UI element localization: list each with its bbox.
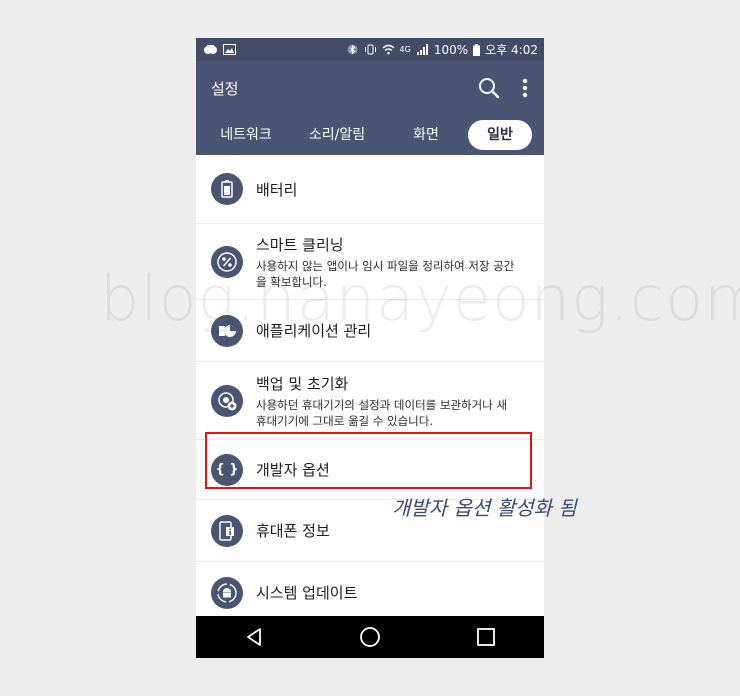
settings-item-smart-cleaning[interactable]: 스마트 클리닝 사용하지 않는 앱이나 임시 파일을 정리하여 저장 공간을 확… xyxy=(196,224,544,300)
settings-item-title: 시스템 업데이트 xyxy=(256,584,358,602)
network-type: 4G xyxy=(399,45,411,54)
settings-item-title: 스마트 클리닝 xyxy=(256,235,344,254)
search-icon[interactable] xyxy=(478,77,500,99)
settings-item-description: 사용하지 않는 앱이나 임시 파일을 정리하여 저장 공간을 확보합니다. xyxy=(256,258,515,289)
app-bar: 설정 xyxy=(196,61,544,115)
settings-item-title: 휴대폰 정보 xyxy=(256,522,330,540)
battery-percent: 100% xyxy=(433,42,469,57)
category-tabs: 네트워크 소리/알림 화면 일반 xyxy=(196,115,544,155)
settings-item-battery[interactable]: 배터리 xyxy=(196,155,544,224)
more-options-icon[interactable] xyxy=(522,78,528,98)
signal-icon xyxy=(416,44,428,55)
android-icon xyxy=(211,576,243,609)
wifi-icon xyxy=(382,44,395,55)
settings-item-backup-reset[interactable]: 백업 및 초기화 사용하던 휴대기기의 설정과 데이터를 보관하거나 새 휴대기… xyxy=(196,362,544,440)
gallery-icon xyxy=(223,44,236,55)
navigation-bar xyxy=(196,616,544,658)
backup-icon xyxy=(211,384,243,417)
back-icon[interactable] xyxy=(244,627,264,647)
settings-list: 배터리 스마트 클리닝 사용하지 않는 앱이나 임시 파일을 정리하여 저장 공… xyxy=(196,155,544,624)
pie-icon xyxy=(211,314,243,347)
annotation-text: 개발자 옵션 활성화 됨 xyxy=(392,496,577,520)
home-icon[interactable] xyxy=(359,626,381,648)
notification-app-icon xyxy=(204,45,217,54)
settings-item-title: 배터리 xyxy=(256,180,298,199)
tab-sound[interactable]: 소리/알림 xyxy=(290,120,384,150)
percent-icon xyxy=(211,245,243,278)
tab-general[interactable]: 일반 xyxy=(468,120,532,150)
bluetooth-icon xyxy=(347,44,358,55)
phone-info-icon xyxy=(211,514,243,547)
tab-network[interactable]: 네트워크 xyxy=(202,120,290,150)
battery-status-icon xyxy=(473,43,481,56)
developer-options-highlight-box xyxy=(205,432,532,489)
settings-item-description: 사용하던 휴대기기의 설정과 데이터를 보관하거나 새 휴대기기에 그대로 옮길… xyxy=(256,397,508,428)
tab-display[interactable]: 화면 xyxy=(384,120,468,150)
phone-screen: 4G 100% 오후 4:02 설정 네트워크 소리/알림 화면 일반 배터리 … xyxy=(196,38,544,658)
settings-item-title: 애플리케이션 관리 xyxy=(256,322,372,340)
page-title: 설정 xyxy=(211,79,239,98)
settings-item-title: 백업 및 초기화 xyxy=(256,374,349,393)
recent-apps-icon[interactable] xyxy=(476,627,496,647)
settings-item-app-management[interactable]: 애플리케이션 관리 xyxy=(196,300,544,362)
vibrate-icon xyxy=(364,44,376,55)
settings-item-system-update[interactable]: 시스템 업데이트 xyxy=(196,562,544,624)
battery-icon xyxy=(211,173,243,205)
clock: 오후 4:02 xyxy=(485,43,538,57)
status-bar: 4G 100% 오후 4:02 xyxy=(196,38,544,61)
